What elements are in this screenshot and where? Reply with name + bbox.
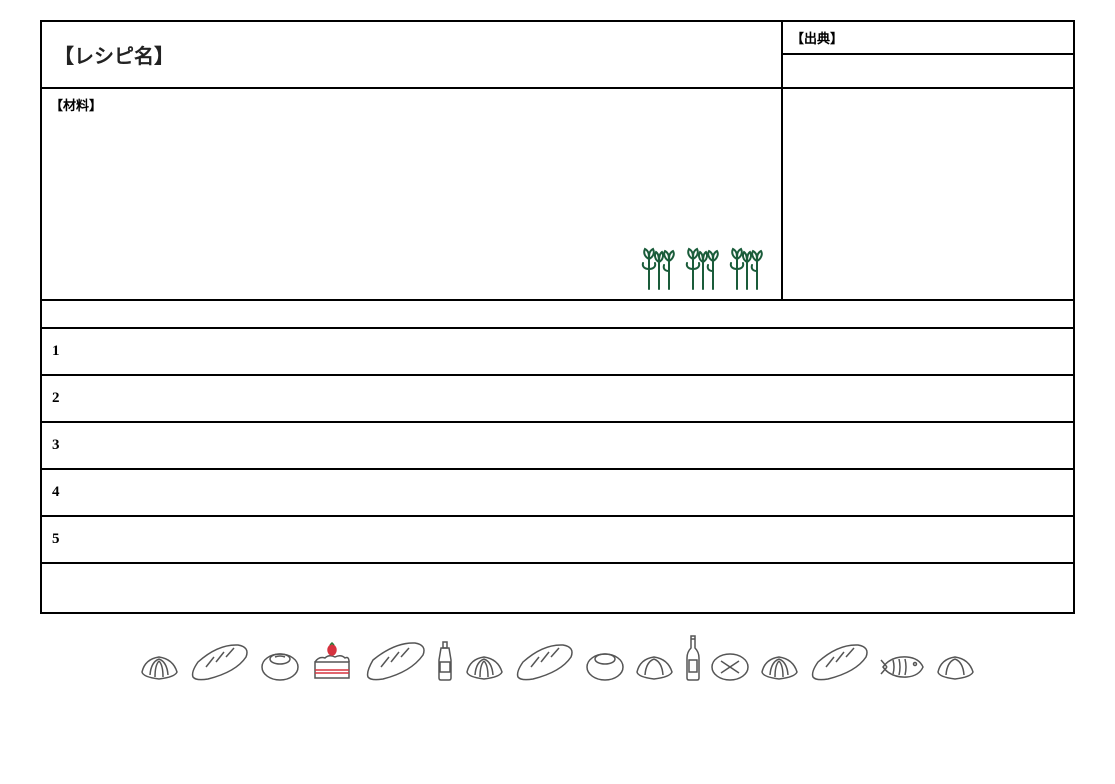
recipe-name-field: 【レシピ名】 [42,22,783,87]
step-1: 1 [42,327,1073,374]
step-3: 3 [42,421,1073,468]
step-number: 2 [52,390,60,406]
source-body-lower [783,89,1073,299]
ingredients-row: 【材料】 [42,87,1073,299]
sprouts-icon [641,237,771,292]
round-bread-icon [259,647,301,682]
step-number: 4 [52,484,60,500]
baguette-icon [808,642,873,682]
step-5: 5 [42,515,1073,562]
step-number: 3 [52,437,60,453]
baguette-icon [513,642,578,682]
recipe-card: 【レシピ名】 【出典】 【材料】 [40,20,1075,614]
round-bread-icon [584,647,626,682]
bottom-row [42,562,1073,612]
cake-icon [307,642,357,682]
source-body [783,55,1073,87]
wine-bottle-icon [683,634,703,682]
baguette-icon [188,642,253,682]
step-number: 5 [52,531,60,547]
spacer-row [42,299,1073,327]
sprouts-decoration [641,237,771,295]
ingredients-field: 【材料】 [42,89,783,299]
header-row: 【レシピ名】 【出典】 [42,22,1073,87]
fish-icon [879,652,927,682]
food-border [40,634,1075,682]
ingredients-label: 【材料】 [50,98,102,113]
round-bread-icon [709,647,751,682]
croissant-icon [137,647,182,682]
croissant-icon [757,647,802,682]
croissant-icon [933,647,978,682]
croissant-icon [632,647,677,682]
recipe-name-label: 【レシピ名】 [54,46,174,68]
step-4: 4 [42,468,1073,515]
source-column: 【出典】 [783,22,1073,87]
source-label: 【出典】 [783,22,1073,55]
step-number: 1 [52,343,60,359]
croissant-icon [462,647,507,682]
step-2: 2 [42,374,1073,421]
bottle-icon [434,640,456,682]
baguette-icon [363,640,428,682]
